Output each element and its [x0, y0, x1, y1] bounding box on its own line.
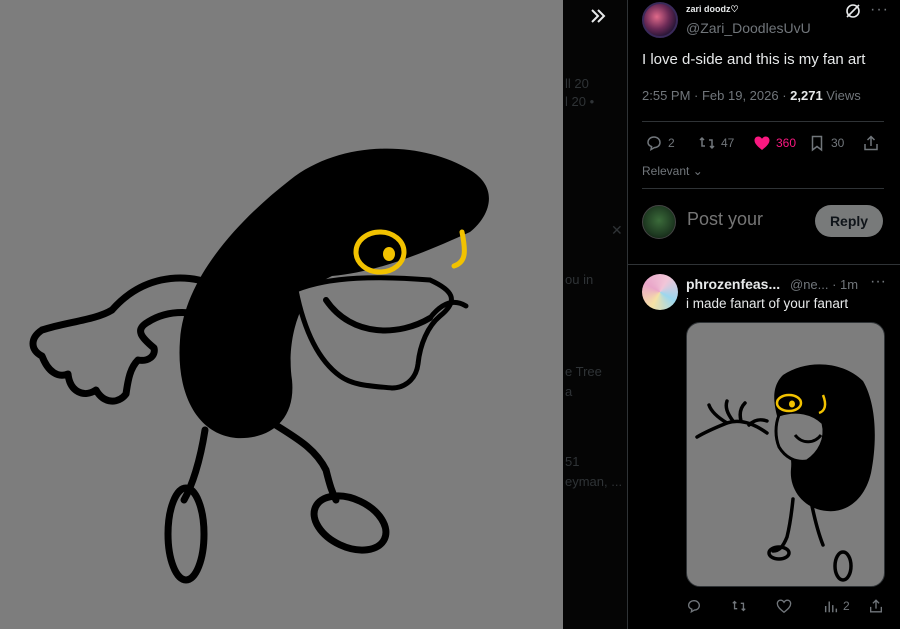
divider — [642, 188, 884, 189]
reply-author-avatar[interactable] — [642, 274, 678, 310]
repost-icon — [732, 600, 746, 612]
reply-views-button[interactable]: 2 — [823, 598, 850, 614]
reply-input[interactable] — [687, 209, 807, 230]
close-icon: ✕ — [611, 222, 623, 238]
sort-dropdown[interactable]: Relevant ⌄ — [642, 164, 703, 178]
grok-icon[interactable] — [844, 2, 862, 20]
share-icon — [864, 135, 878, 151]
ghost-text: l 20 • — [565, 94, 595, 109]
bookmark-icon — [811, 135, 823, 152]
repost-count: 47 — [721, 136, 735, 150]
reply-text: i made fanart of your fanart — [686, 296, 849, 311]
ghost-text: 51 — [565, 454, 580, 469]
repost-button[interactable]: 47 — [698, 133, 734, 153]
ghost-text: eyman, ... — [565, 474, 623, 489]
reply-like-button[interactable] — [776, 598, 792, 614]
divider — [628, 264, 900, 265]
reply-icon — [687, 599, 701, 614]
bar-chart-icon — [824, 601, 838, 613]
ghost-text: a — [565, 384, 573, 399]
reply-count: 2 — [668, 136, 675, 150]
author-name[interactable]: zari doodz♡ — [686, 4, 739, 15]
reply-media-image[interactable] — [686, 322, 885, 587]
reply-author-handle[interactable]: @ne... · 1m — [790, 277, 858, 292]
chevron-down-icon: ⌄ — [689, 164, 703, 178]
reply-views-count: 2 — [843, 599, 850, 613]
bookmark-count: 30 — [831, 136, 845, 150]
sort-label: Relevant — [642, 164, 690, 178]
reply-author-name[interactable]: phrozenfeas... — [686, 276, 780, 292]
ghost-text: ou in — [565, 272, 594, 287]
ghost-text: ll 20 — [565, 76, 589, 91]
reply-repost-button[interactable] — [731, 598, 747, 614]
current-user-avatar[interactable] — [642, 205, 676, 239]
media-viewer — [0, 0, 563, 629]
background-timeline: ll 20 l 20 • ou in e Tree a 51 eyman, ..… — [563, 0, 627, 629]
like-button[interactable]: 360 — [753, 133, 796, 153]
post-timestamp[interactable]: 2:55 PM · Feb 19, 2026 · — [642, 88, 790, 103]
heart-icon — [754, 136, 770, 150]
heart-icon — [776, 599, 792, 614]
ghost-text: e Tree — [565, 364, 602, 379]
repost-icon — [699, 136, 715, 150]
bookmark-button[interactable]: 30 — [808, 133, 844, 153]
post-meta: 2:55 PM · Feb 19, 2026 · 2,271 Views — [642, 88, 861, 103]
reply-button[interactable]: 2 — [645, 133, 675, 153]
views-label: Views — [822, 88, 861, 103]
reply-share-button[interactable] — [868, 598, 884, 614]
reply-reply-button[interactable] — [686, 598, 702, 614]
fan-art-image — [29, 148, 489, 584]
author-avatar[interactable] — [642, 2, 678, 38]
author-handle[interactable]: @Zari_DoodlesUvU — [686, 20, 811, 36]
double-chevron-right-icon[interactable] — [583, 6, 613, 32]
post-text: I love d-side and this is my fan art — [642, 51, 866, 68]
reply-submit-button[interactable]: Reply — [815, 205, 883, 237]
reply-icon — [647, 136, 661, 151]
divider — [642, 121, 884, 122]
share-icon — [870, 599, 882, 613]
more-icon[interactable]: ··· — [870, 273, 886, 291]
views-count: 2,271 — [790, 88, 823, 103]
more-icon[interactable]: ··· — [870, 1, 889, 19]
share-button[interactable] — [862, 133, 880, 153]
reply-fan-art — [695, 364, 875, 582]
post-detail-panel: zari doodz♡ @Zari_DoodlesUvU ··· I love … — [627, 0, 900, 629]
like-count: 360 — [776, 136, 797, 150]
